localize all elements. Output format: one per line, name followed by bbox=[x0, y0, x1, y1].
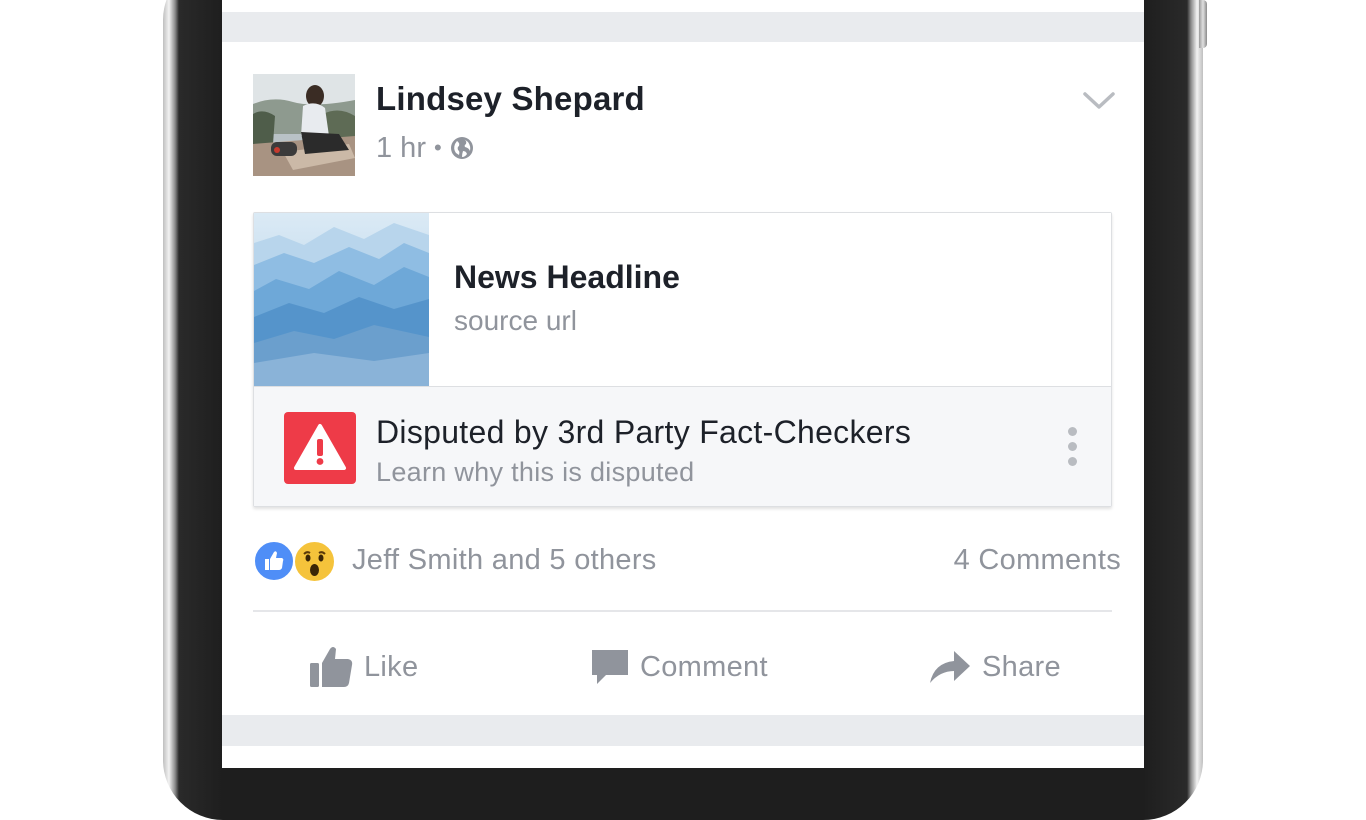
actions-divider bbox=[253, 610, 1112, 612]
disputed-learn-more-link[interactable]: Learn why this is disputed bbox=[376, 457, 694, 488]
link-source: source url bbox=[454, 305, 577, 336]
reaction-names[interactable]: Jeff Smith and 5 others bbox=[352, 544, 657, 577]
news-feed[interactable]: Lindsey Shepard 1 hr • News Headline sou… bbox=[222, 0, 1144, 768]
author-avatar[interactable] bbox=[253, 74, 355, 176]
link-thumbnail bbox=[254, 213, 429, 386]
share-label: Share bbox=[982, 650, 1061, 683]
post-meta: 1 hr • bbox=[376, 130, 474, 166]
link-headline[interactable]: News Headline bbox=[454, 259, 680, 296]
post-card: Lindsey Shepard 1 hr • News Headline sou… bbox=[222, 42, 1144, 715]
comment-button[interactable]: Comment bbox=[590, 637, 768, 697]
post-time[interactable]: 1 hr bbox=[376, 132, 426, 165]
feed-divider bbox=[222, 12, 1144, 42]
author-name[interactable]: Lindsey Shepard bbox=[376, 80, 645, 118]
more-options-icon[interactable] bbox=[1067, 427, 1079, 471]
share-button[interactable]: Share bbox=[928, 637, 1061, 697]
meta-separator: • bbox=[433, 135, 442, 160]
globe-icon bbox=[450, 137, 473, 159]
comments-count[interactable]: 4 Comments bbox=[954, 544, 1121, 577]
link-preview[interactable]: News Headline source url Disputed by 3rd… bbox=[253, 212, 1112, 507]
disputed-title: Disputed by 3rd Party Fact-Checkers bbox=[376, 414, 912, 450]
warning-icon bbox=[284, 412, 356, 484]
comment-bubble-icon bbox=[592, 650, 628, 684]
like-reaction-icon[interactable] bbox=[253, 540, 295, 582]
like-button[interactable]: Like bbox=[308, 637, 418, 697]
wow-reaction-icon[interactable] bbox=[293, 540, 336, 583]
phone-side-button bbox=[1199, 0, 1207, 48]
like-label: Like bbox=[364, 650, 419, 683]
reactions-bar: Jeff Smith and 5 others 4 Comments bbox=[253, 538, 1121, 584]
previous-post-edge bbox=[222, 0, 1144, 12]
disputed-banner[interactable]: Disputed by 3rd Party Fact-Checkers Lear… bbox=[254, 386, 1111, 506]
next-post-edge bbox=[222, 746, 1144, 768]
comment-label: Comment bbox=[640, 650, 768, 683]
chevron-down-icon[interactable] bbox=[1082, 90, 1116, 112]
share-arrow-icon bbox=[930, 651, 970, 683]
post-actions: Like Comment Share bbox=[222, 637, 1144, 697]
thumbs-up-icon bbox=[310, 647, 353, 687]
link-preview-body[interactable]: News Headline source url bbox=[254, 213, 1111, 386]
